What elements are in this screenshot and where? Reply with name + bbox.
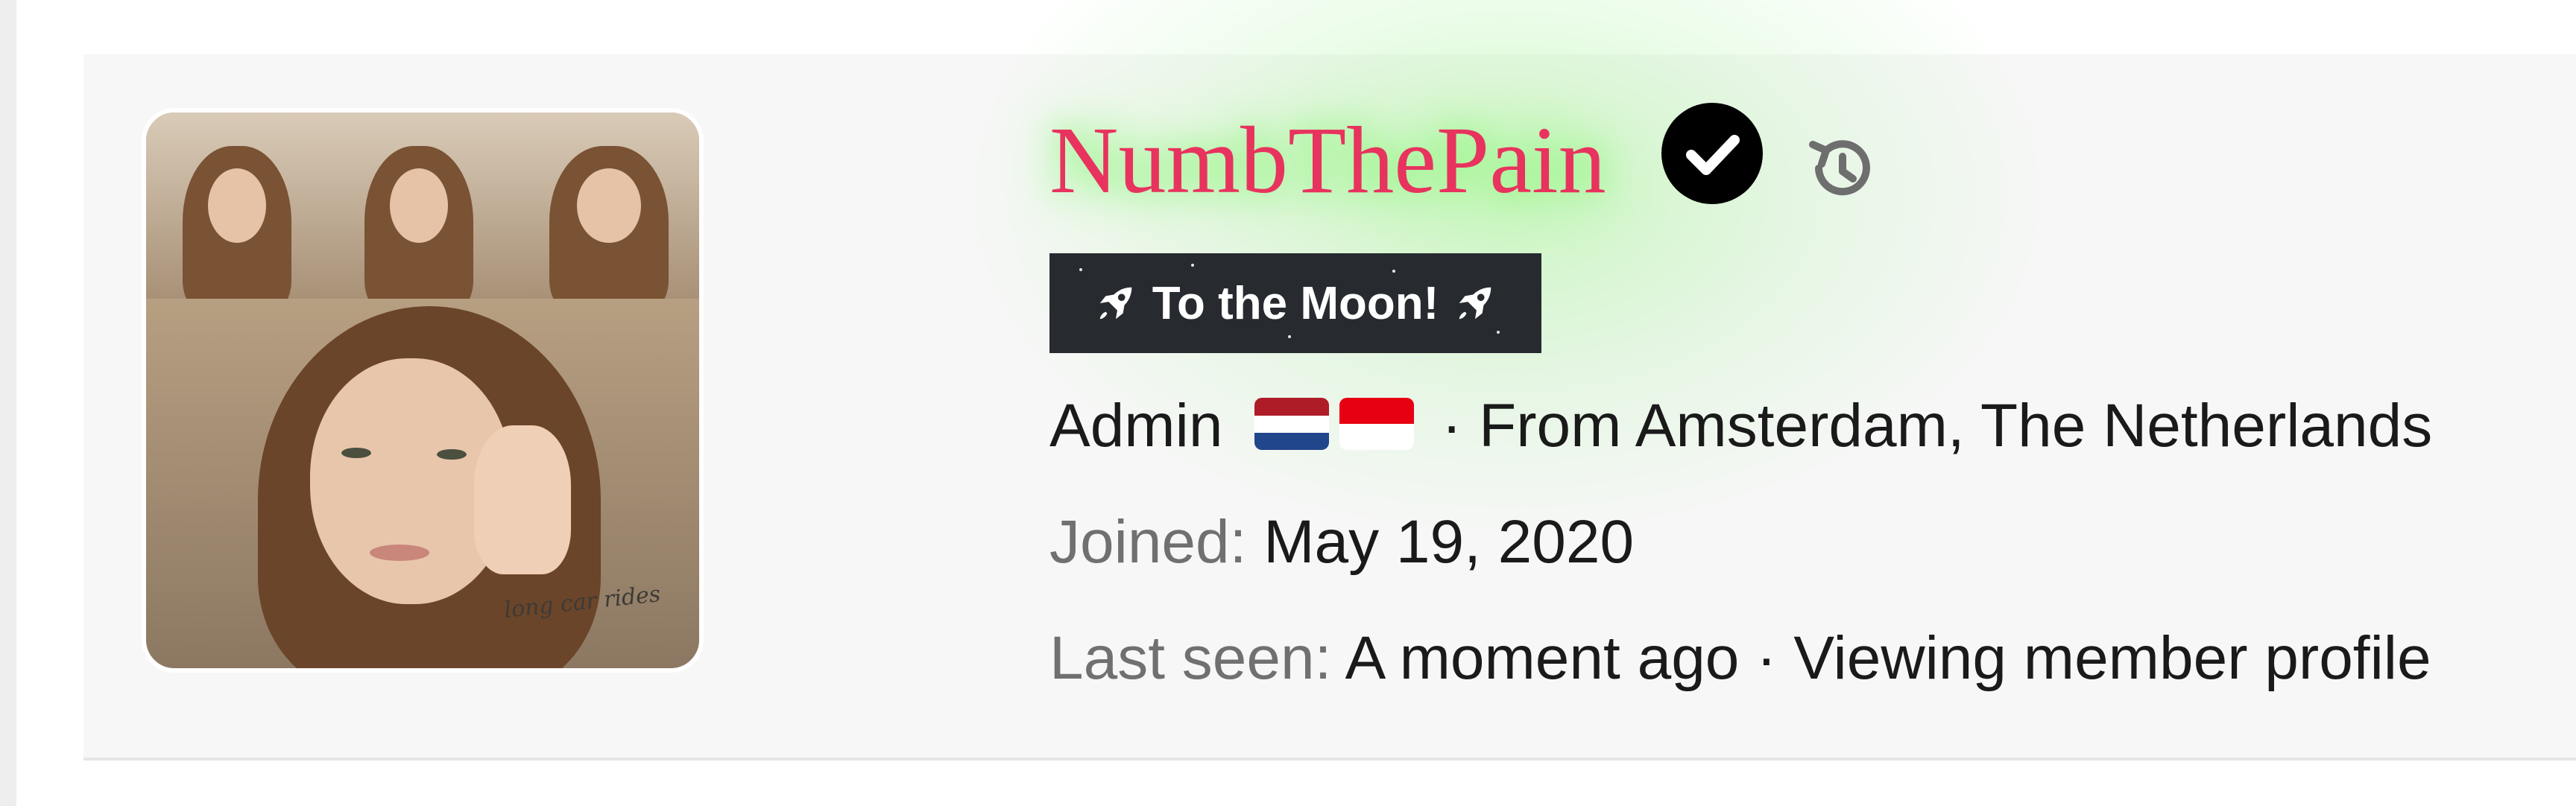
current-activity: Viewing member profile bbox=[1793, 624, 2431, 692]
verified-check-icon bbox=[1661, 103, 1763, 204]
page-left-border bbox=[0, 0, 16, 806]
joined-line: Joined: May 19, 2020 bbox=[1049, 507, 1634, 578]
separator: · bbox=[1756, 624, 1777, 692]
user-banner: To the Moon! bbox=[1049, 253, 1541, 353]
separator: · bbox=[1442, 392, 1462, 460]
last-seen-label: Last seen: bbox=[1049, 624, 1332, 692]
avatar-collage-tile bbox=[328, 112, 513, 299]
last-seen-line: Last seen: A moment ago · Viewing member… bbox=[1049, 623, 2431, 694]
history-icon[interactable] bbox=[1802, 131, 1877, 206]
role-location-line: Admin · From Amsterdam, The Netherlands bbox=[1049, 390, 2432, 462]
rocket-icon bbox=[1099, 287, 1132, 320]
user-location: From Amsterdam, The Netherlands bbox=[1479, 392, 2433, 460]
indonesia-flag bbox=[1339, 398, 1415, 451]
netherlands-flag bbox=[1254, 398, 1330, 451]
username[interactable]: NumbThePain bbox=[1049, 104, 1606, 216]
joined-date: May 19, 2020 bbox=[1263, 508, 1635, 576]
avatar-collage-tile bbox=[510, 112, 699, 299]
avatar[interactable]: long car rides bbox=[142, 108, 704, 673]
rocket-icon bbox=[1459, 287, 1491, 320]
joined-label: Joined: bbox=[1049, 508, 1247, 576]
avatar-collage-tile bbox=[146, 112, 331, 299]
banner-text: To the Moon! bbox=[1152, 277, 1439, 329]
user-role: Admin bbox=[1049, 392, 1223, 460]
last-seen-time: A moment ago bbox=[1345, 624, 1740, 692]
